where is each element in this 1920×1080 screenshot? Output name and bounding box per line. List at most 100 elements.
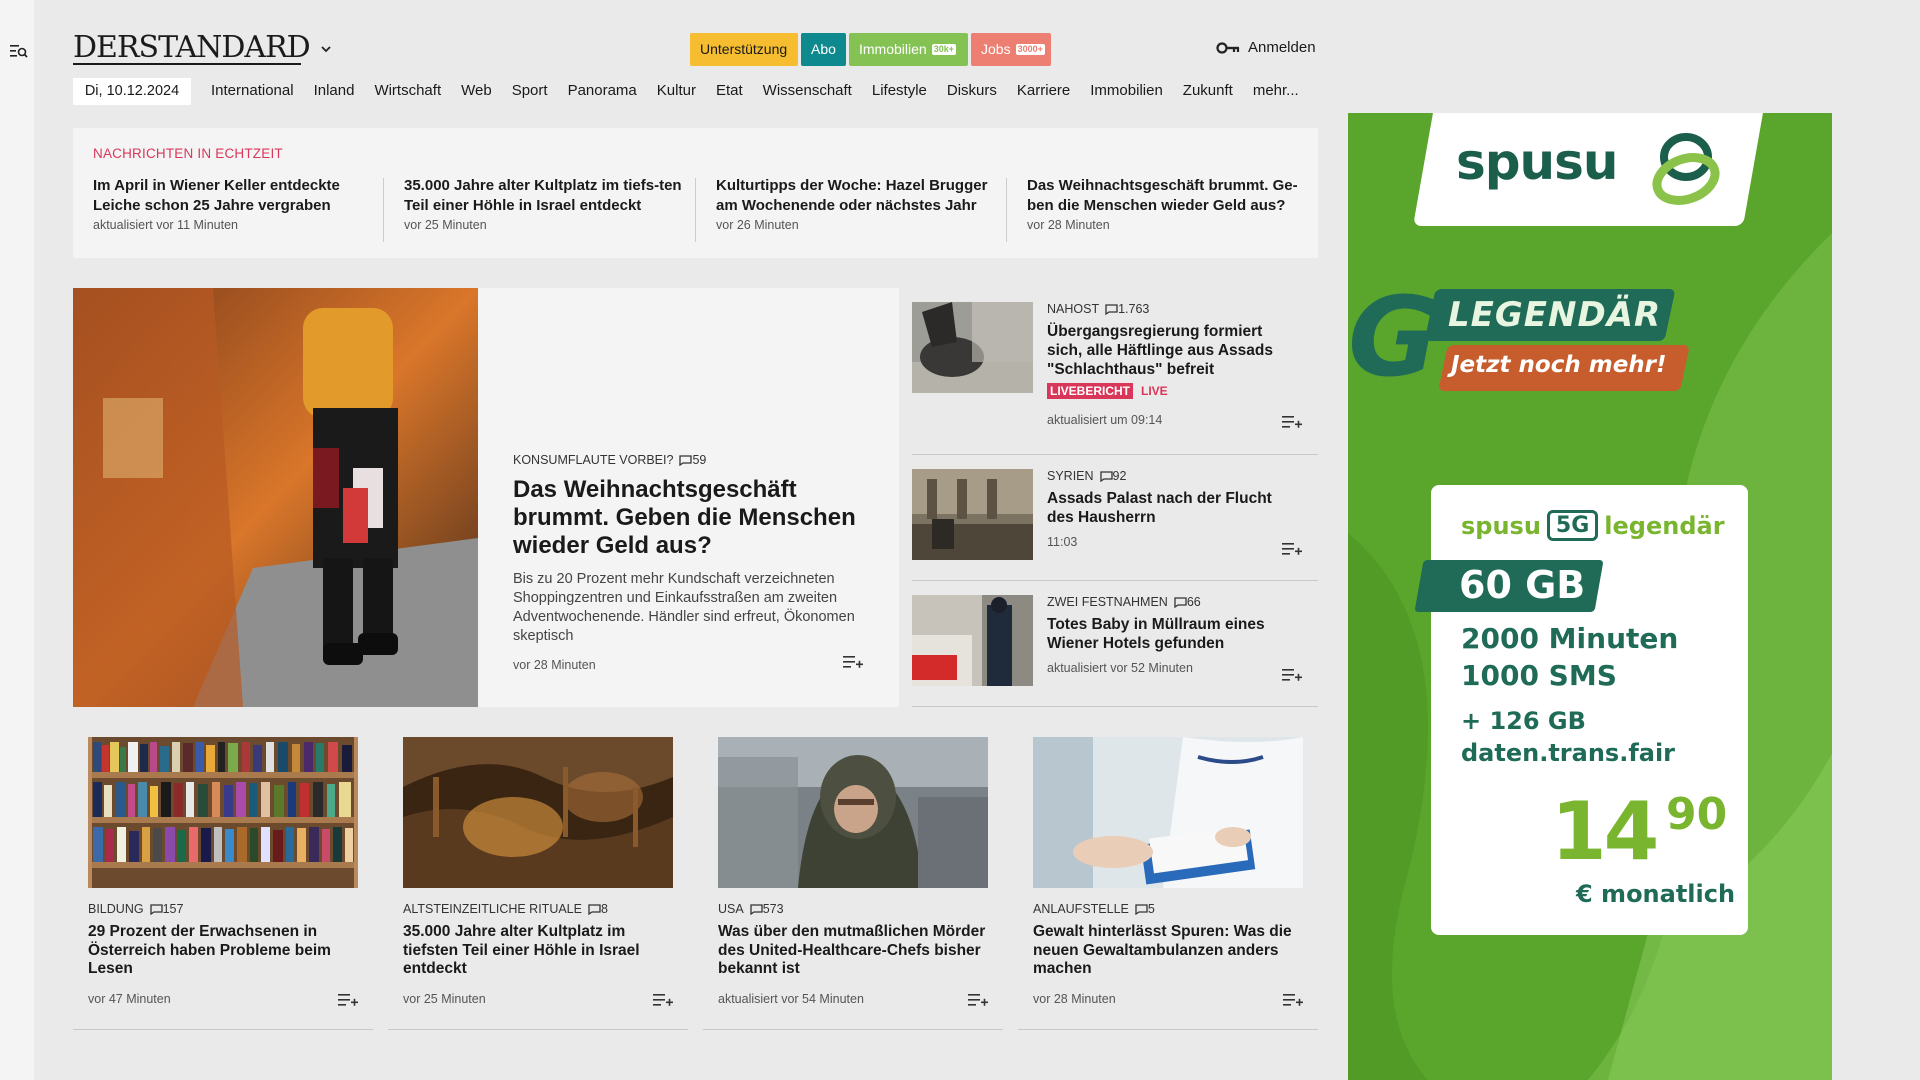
add-to-list-icon[interactable] — [1283, 992, 1303, 1007]
current-date: Di, 10.12.2024 — [73, 78, 191, 105]
site-logo[interactable]: DERSTANDARD — [73, 30, 311, 65]
nav-item-more[interactable]: mehr... — [1253, 80, 1299, 102]
divider — [1006, 178, 1007, 242]
add-to-list-icon[interactable] — [338, 992, 358, 1007]
card-title[interactable]: Gewalt hinterlässt Spuren: Was die neuen… — [1033, 923, 1303, 979]
hero-article[interactable]: KONSUMFLAUTE VORBEI? 59 Das Weihnachtsge… — [73, 288, 899, 707]
article-thumbnail[interactable] — [912, 595, 1033, 686]
add-to-list-icon[interactable] — [1282, 414, 1302, 429]
nav-item-inland[interactable]: Inland — [314, 80, 355, 102]
comment-icon — [1099, 470, 1113, 482]
live-label: LIVE — [1141, 384, 1168, 398]
realtime-item[interactable]: Kulturtipps der Woche: Hazel Brugger am … — [716, 176, 1006, 232]
hero-image[interactable] — [73, 288, 478, 707]
card-title[interactable]: 35.000 Jahre alter Kultplatz im tiefsten… — [403, 923, 673, 979]
side-time: aktualisiert vor 52 Minuten — [1047, 661, 1193, 675]
realtime-news-box: NACHRICHTEN IN ECHTZEIT Im April in Wien… — [73, 128, 1318, 258]
side-title[interactable]: Totes Baby in Müllraum eines Wiener Hote… — [1047, 615, 1297, 653]
nav-item-zukunft[interactable]: Zukunft — [1183, 80, 1233, 102]
card-kicker-label: ALTSTEINZEITLICHE RITUALE — [403, 902, 582, 916]
card-comment-count[interactable]: 5 — [1148, 902, 1155, 916]
add-to-list-icon[interactable] — [1282, 541, 1302, 556]
card-kicker: ALTSTEINZEITLICHE RITUALE 8 — [403, 902, 673, 916]
hero-comment-count[interactable]: 59 — [692, 453, 706, 467]
side-comment-count[interactable]: 1.763 — [1118, 302, 1149, 316]
list-item[interactable]: SYRIEN 92 Assads Palast nach der Flucht … — [912, 469, 1318, 581]
immobilien-count-badge: 30k+ — [931, 44, 956, 55]
realtime-item[interactable]: 35.000 Jahre alter Kultplatz im tiefs-te… — [404, 176, 694, 232]
card-comment-count[interactable]: 8 — [601, 902, 608, 916]
card-comment-count[interactable]: 573 — [763, 902, 784, 916]
article-card[interactable]: ALTSTEINZEITLICHE RITUALE 8 35.000 Jahre… — [388, 737, 688, 1030]
ad-sms: 1000 SMS — [1461, 659, 1617, 692]
nav-item-sport[interactable]: Sport — [512, 80, 548, 102]
ad-offer-card[interactable]: spusu 5G legendär 60 GB 2000 Minuten 100… — [1414, 485, 1748, 935]
nav-item-kultur[interactable]: Kultur — [657, 80, 696, 102]
card-image[interactable] — [403, 737, 673, 888]
nav-item-immobilien[interactable]: Immobilien — [1090, 80, 1163, 102]
realtime-item-title[interactable]: Das Weihnachtsgeschäft brummt. Ge-ben di… — [1027, 176, 1317, 216]
chevron-down-icon[interactable] — [320, 44, 332, 54]
nav-item-panorama[interactable]: Panorama — [568, 80, 637, 102]
support-button[interactable]: Unterstützung — [690, 33, 798, 66]
ad-extra-gb: + 126 GB — [1461, 707, 1586, 735]
nav-item-diskurs[interactable]: Diskurs — [947, 80, 997, 102]
hero-title[interactable]: Das Weihnachtsgeschäft brummt. Geben die… — [513, 476, 873, 560]
side-title[interactable]: Übergangsregierung formiert sich, alle H… — [1047, 322, 1297, 379]
abo-button[interactable]: Abo — [801, 33, 846, 66]
card-title[interactable]: 29 Prozent der Erwachsenen in Österreich… — [88, 923, 358, 979]
list-item[interactable]: NAHOST 1.763 Übergangsregierung formiert… — [912, 302, 1318, 455]
list-item[interactable]: ZWEI FESTNAHMEN 66 Totes Baby in Müllrau… — [912, 595, 1318, 707]
nav-item-lifestyle[interactable]: Lifestyle — [872, 80, 927, 102]
article-thumbnail[interactable] — [912, 302, 1033, 393]
article-card[interactable]: USA 573 Was über den mutmaßlichen Mörder… — [703, 737, 1003, 1030]
jobs-button[interactable]: Jobs 3000+ — [971, 33, 1051, 66]
card-title[interactable]: Was über den mutmaßlichen Mörder des Uni… — [718, 923, 988, 979]
realtime-item-title[interactable]: Kulturtipps der Woche: Hazel Brugger am … — [716, 176, 1006, 216]
immobilien-button[interactable]: Immobilien 30k+ — [849, 33, 968, 66]
nav-item-wirtschaft[interactable]: Wirtschaft — [374, 80, 441, 102]
realtime-item-title[interactable]: 35.000 Jahre alter Kultplatz im tiefs-te… — [404, 176, 694, 216]
card-image[interactable] — [1033, 737, 1303, 888]
card-time: vor 28 Minuten — [1033, 992, 1116, 1006]
article-card[interactable]: ANLAUFSTELLE 5 Gewalt hinterlässt Spuren… — [1018, 737, 1318, 1030]
card-image[interactable] — [88, 737, 358, 888]
side-text: SYRIEN 92 Assads Palast nach der Flucht … — [1047, 469, 1297, 549]
card-text: ANLAUFSTELLE 5 Gewalt hinterlässt Spuren… — [1033, 902, 1303, 979]
comment-icon — [149, 903, 163, 915]
spusu-logo-icon — [1652, 133, 1720, 205]
left-sidebar-strip — [0, 0, 34, 1080]
live-indicator: LIVEBERICHT LIVE — [1047, 383, 1297, 399]
realtime-item-title[interactable]: Im April in Wiener Keller entdeckte Leic… — [93, 176, 383, 216]
article-card[interactable]: BILDUNG 157 29 Prozent der Erwachsenen i… — [73, 737, 373, 1030]
comment-icon — [679, 454, 693, 466]
divider — [383, 178, 384, 242]
add-to-list-icon[interactable] — [843, 654, 863, 669]
menu-search-icon[interactable] — [10, 43, 28, 59]
card-image[interactable] — [718, 737, 988, 888]
card-kicker: ANLAUFSTELLE 5 — [1033, 902, 1303, 916]
card-text: BILDUNG 157 29 Prozent der Erwachsenen i… — [88, 902, 358, 979]
realtime-item[interactable]: Das Weihnachtsgeschäft brummt. Ge-ben di… — [1027, 176, 1317, 232]
main-nav: International Inland Wirtschaft Web Spor… — [211, 80, 1299, 102]
realtime-item[interactable]: Im April in Wiener Keller entdeckte Leic… — [93, 176, 383, 232]
side-title[interactable]: Assads Palast nach der Flucht des Haushe… — [1047, 489, 1297, 527]
nav-item-web[interactable]: Web — [461, 80, 492, 102]
article-thumbnail[interactable] — [912, 469, 1033, 560]
nav-item-karriere[interactable]: Karriere — [1017, 80, 1070, 102]
card-comment-count[interactable]: 157 — [163, 902, 184, 916]
side-comment-count[interactable]: 66 — [1187, 595, 1201, 609]
add-to-list-icon[interactable] — [653, 992, 673, 1007]
add-to-list-icon[interactable] — [968, 992, 988, 1007]
add-to-list-icon[interactable] — [1282, 667, 1302, 682]
nav-item-international[interactable]: International — [211, 80, 294, 102]
hero-time: vor 28 Minuten — [513, 658, 596, 672]
nav-item-etat[interactable]: Etat — [716, 80, 743, 102]
spusu-advertisement[interactable]: spusu G LEGENDÄR Jetzt noch mehr! spusu … — [1348, 113, 1832, 1080]
realtime-heading: NACHRICHTEN IN ECHTZEIT — [93, 146, 283, 161]
nav-item-wissenschaft[interactable]: Wissenschaft — [763, 80, 852, 102]
realtime-item-time: vor 28 Minuten — [1027, 218, 1110, 232]
side-comment-count[interactable]: 92 — [1113, 469, 1127, 483]
login-button[interactable]: Anmelden — [1216, 39, 1316, 56]
ad-card-brand: spusu — [1461, 511, 1541, 540]
